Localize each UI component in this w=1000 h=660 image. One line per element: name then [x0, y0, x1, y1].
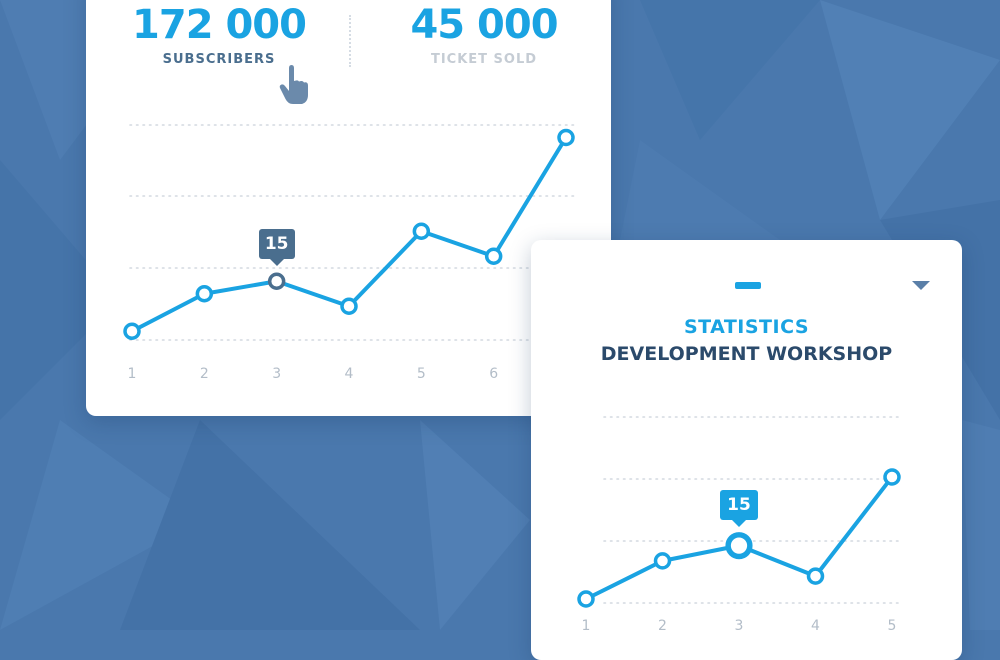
x-tick-label: 2: [199, 366, 209, 382]
data-point: [577, 590, 595, 608]
data-point: [123, 322, 141, 340]
statistics-line-chart: [577, 416, 901, 608]
data-point: [267, 272, 286, 290]
data-point: [484, 247, 503, 265]
x-tick-label: 1: [127, 366, 137, 382]
x-tick-label: 5: [416, 366, 426, 382]
data-point: [557, 128, 575, 147]
data-point: [653, 552, 672, 570]
tooltip-value: 15: [727, 494, 751, 515]
chart-tooltip: 15: [720, 489, 758, 527]
data-point: [725, 532, 753, 560]
data-point: [883, 468, 901, 486]
data-point: [195, 285, 214, 303]
data-point: [806, 567, 825, 585]
x-tick-label: 1: [581, 618, 591, 634]
data-point: [412, 222, 431, 240]
x-tick-label: 6: [489, 366, 499, 382]
x-tick-label: 4: [811, 618, 820, 634]
x-tick-label: 2: [658, 618, 667, 634]
statistics-card: STATISTICS DEVELOPMENT WORKSHOP 12345 15: [531, 240, 962, 660]
tooltip-value: 15: [264, 234, 289, 255]
chart-tooltip: 15: [258, 229, 295, 267]
x-tick-label: 4: [344, 366, 354, 382]
x-tick-label: 5: [887, 618, 897, 634]
x-tick-label: 3: [272, 366, 282, 382]
x-tick-label: 3: [734, 618, 744, 634]
data-point: [340, 297, 358, 315]
